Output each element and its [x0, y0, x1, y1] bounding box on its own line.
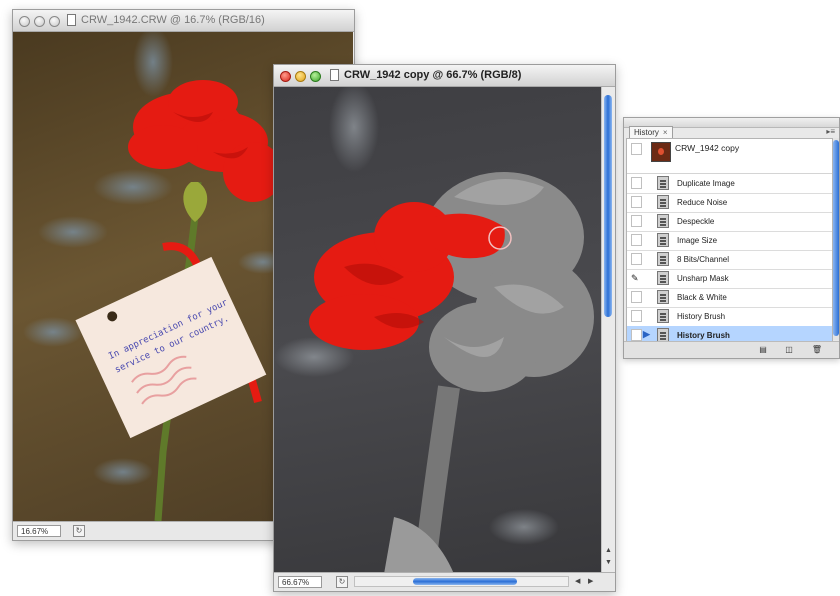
close-window-button[interactable]: [19, 16, 30, 27]
history-state-row[interactable]: Duplicate Image: [627, 174, 832, 194]
document-state-icon: [657, 233, 669, 247]
history-source-checkbox[interactable]: [631, 196, 642, 208]
photo-carnation-history-brush: [274, 87, 594, 574]
scroll-down-arrow-icon[interactable]: ▼: [605, 559, 612, 566]
history-state-label: Duplicate Image: [677, 179, 735, 188]
horizontal-scrollbar[interactable]: [354, 576, 569, 587]
history-source-checkbox[interactable]: [631, 310, 642, 322]
document-icon: [330, 69, 339, 81]
window-title: CRW_1942 copy @ 66.7% (RGB/8): [344, 69, 522, 81]
new-snapshot-icon[interactable]: ◫: [783, 345, 795, 355]
window-controls: [280, 69, 325, 86]
panel-menu-icon[interactable]: ▸≡: [826, 127, 835, 136]
document-state-icon: [657, 176, 669, 190]
history-state-label: Despeckle: [677, 217, 715, 226]
document-window-copy[interactable]: CRW_1942 copy @ 66.7% (RGB/8) ▲ ▼ 66.67%…: [273, 64, 616, 592]
history-state-row[interactable]: Image Size: [627, 231, 832, 251]
history-state-row[interactable]: History Brush: [627, 307, 832, 327]
status-info-button[interactable]: ↻: [336, 576, 348, 588]
trash-icon[interactable]: 🗑: [811, 345, 823, 355]
history-state-label: History Brush: [677, 331, 730, 340]
history-state-label: 8 Bits/Channel: [677, 255, 730, 264]
history-state-row[interactable]: Despeckle: [627, 212, 832, 232]
history-state-label: Black & White: [677, 293, 727, 302]
history-state-row[interactable]: 8 Bits/Channel: [627, 250, 832, 270]
vertical-scrollbar[interactable]: ▲ ▼: [601, 87, 615, 574]
history-brush-source-icon[interactable]: ✎: [631, 273, 639, 284]
snapshot-source-checkbox[interactable]: [631, 143, 642, 155]
new-document-from-state-icon[interactable]: ▤: [757, 345, 769, 355]
history-state-slider-icon[interactable]: ▶: [643, 329, 650, 340]
history-source-checkbox[interactable]: [631, 234, 642, 246]
document-icon: [67, 14, 76, 26]
history-state-label: Reduce Noise: [677, 198, 728, 207]
minimize-window-button[interactable]: [295, 71, 306, 82]
status-info-button[interactable]: ↻: [73, 525, 85, 537]
minimize-window-button[interactable]: [34, 16, 45, 27]
document-state-icon: [657, 195, 669, 209]
tab-history-label: History: [634, 128, 659, 137]
history-state-row[interactable]: ▶ History Brush: [627, 326, 832, 341]
scroll-up-arrow-icon[interactable]: ▲: [605, 547, 612, 554]
horizontal-scroll-thumb[interactable]: [413, 578, 517, 585]
history-state-label: Image Size: [677, 236, 718, 245]
history-state-row[interactable]: ✎ Unsharp Mask: [627, 269, 832, 289]
document-state-icon: [657, 309, 669, 323]
history-source-checkbox[interactable]: [631, 329, 642, 341]
scroll-left-arrow-icon[interactable]: ◀: [575, 577, 580, 585]
window-titlebar[interactable]: CRW_1942.CRW @ 16.7% (RGB/16): [13, 10, 354, 32]
history-source-checkbox[interactable]: [631, 291, 642, 303]
history-state-row[interactable]: Black & White: [627, 288, 832, 308]
document-state-icon: [657, 214, 669, 228]
document-state-icon: [657, 328, 669, 341]
zoom-window-button[interactable]: [310, 71, 321, 82]
history-source-checkbox[interactable]: [631, 215, 642, 227]
history-source-checkbox[interactable]: [631, 177, 642, 189]
history-state-label: Unsharp Mask: [677, 274, 729, 283]
document-state-icon: [657, 290, 669, 304]
panel-scrollbar[interactable]: [833, 138, 839, 340]
snapshot-thumbnail: [651, 142, 671, 162]
scroll-right-arrow-icon[interactable]: ▶: [588, 577, 593, 585]
status-bar: 66.67% ↻ ◀ ▶: [274, 572, 615, 591]
zoom-level-field[interactable]: 66.67%: [278, 576, 322, 588]
zoom-window-button[interactable]: [49, 16, 60, 27]
history-list: CRW_1942 copy Duplicate Image Reduce Nois…: [626, 138, 833, 342]
panel-footer: ▤ ◫ 🗑: [624, 341, 839, 358]
window-controls: [19, 14, 64, 31]
snapshot-row[interactable]: CRW_1942 copy: [627, 139, 832, 174]
history-state-label: History Brush: [677, 312, 726, 321]
scroll-thumb[interactable]: [604, 95, 612, 317]
window-title: CRW_1942.CRW @ 16.7% (RGB/16): [81, 14, 265, 26]
document-state-icon: [657, 252, 669, 266]
image-canvas[interactable]: [274, 87, 601, 574]
zoom-level-field[interactable]: 16.67%: [17, 525, 61, 537]
snapshot-label: CRW_1942 copy: [675, 143, 740, 153]
history-source-checkbox[interactable]: [631, 253, 642, 265]
history-state-row[interactable]: Reduce Noise: [627, 193, 832, 213]
tab-close-icon[interactable]: ×: [663, 128, 668, 137]
history-panel: History × ▸≡ CRW_1942 copy Duplicate Imag…: [623, 117, 840, 359]
window-titlebar[interactable]: CRW_1942 copy @ 66.7% (RGB/8): [274, 65, 615, 87]
panel-scroll-thumb[interactable]: [833, 140, 839, 336]
document-state-icon: [657, 271, 669, 285]
close-window-button[interactable]: [280, 71, 291, 82]
